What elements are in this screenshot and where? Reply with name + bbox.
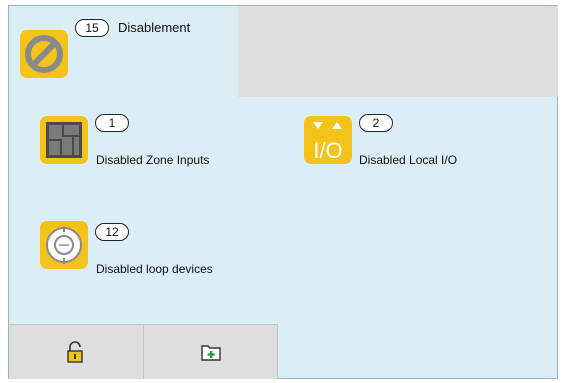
zone-map-icon (40, 116, 88, 164)
loop-devices-count-badge: 12 (95, 223, 129, 241)
folder-add-icon (200, 343, 221, 361)
unlock-icon (66, 341, 86, 363)
zone-inputs-label: Disabled Zone Inputs (96, 153, 210, 167)
zone-inputs-count-badge: 1 (95, 114, 129, 132)
local-io-count-badge: 2 (359, 114, 393, 132)
folder-add-button[interactable] (144, 324, 278, 379)
disablement-icon (20, 30, 68, 78)
header-empty-area (238, 6, 558, 97)
io-icon-text: I/O (313, 138, 342, 163)
local-io-label: Disabled Local I/O (359, 153, 458, 167)
disablement-panel: 15 Disablement 1 Disabled Zone Inputs I/… (8, 5, 558, 379)
disablement-count-badge: 15 (75, 19, 109, 37)
loop-device-icon (40, 221, 88, 269)
tab-disablement[interactable]: 15 Disablement (9, 6, 238, 97)
loop-devices-label: Disabled loop devices (96, 262, 213, 276)
unlock-button[interactable] (9, 324, 144, 379)
bottom-toolbar (9, 324, 558, 379)
io-icon: I/O (304, 116, 352, 164)
page-title: Disablement (118, 20, 191, 35)
